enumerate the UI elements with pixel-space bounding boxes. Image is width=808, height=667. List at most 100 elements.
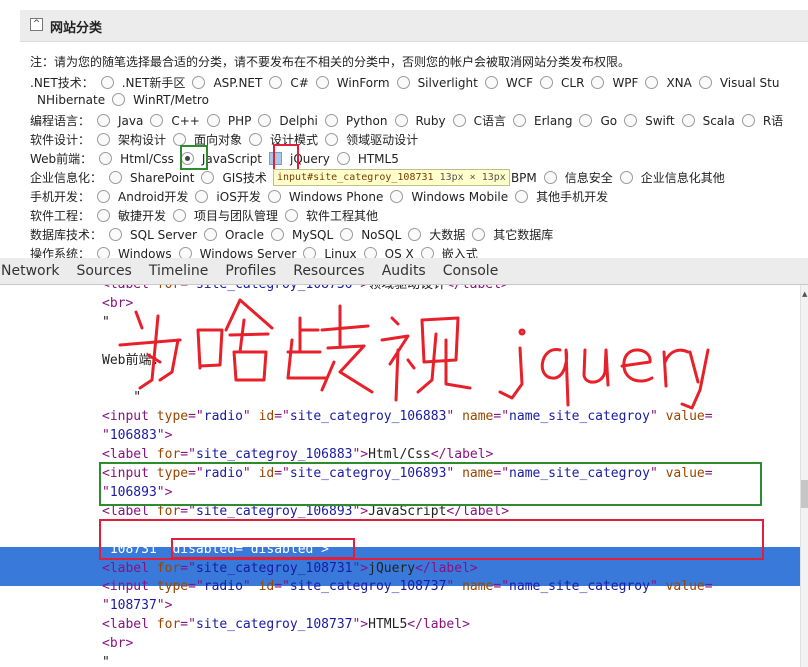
category-option[interactable]: WCF: [484, 76, 533, 90]
category-option[interactable]: WinForm: [315, 76, 390, 90]
radio-button[interactable]: [324, 114, 338, 127]
radio-button[interactable]: [698, 76, 712, 89]
category-option[interactable]: Html/Css: [99, 152, 174, 166]
radio-button[interactable]: [452, 114, 466, 127]
dom-node-line[interactable]: "108737">: [102, 597, 172, 615]
category-option[interactable]: ASP.NET: [192, 76, 262, 90]
devtools-tab-console[interactable]: Console: [443, 258, 499, 284]
radio-button[interactable]: [336, 152, 350, 165]
scroll-thumb[interactable]: [801, 480, 808, 508]
radio-button[interactable]: [390, 190, 404, 203]
category-option[interactable]: Windows Server: [178, 247, 296, 258]
category-option[interactable]: C++: [150, 114, 200, 128]
category-option[interactable]: WPF: [591, 76, 638, 90]
category-option[interactable]: Erlang: [513, 114, 572, 128]
category-option[interactable]: Windows Mobile: [390, 190, 508, 204]
category-option[interactable]: PHP: [206, 114, 251, 128]
radio-button[interactable]: [303, 247, 317, 258]
category-option[interactable]: 其他手机开发: [515, 188, 608, 205]
category-option[interactable]: CLR: [540, 76, 584, 90]
radio-button[interactable]: [285, 209, 299, 222]
category-option[interactable]: 敏捷开发: [97, 207, 166, 224]
category-option[interactable]: MySQL: [270, 228, 333, 242]
category-option[interactable]: OS X: [363, 247, 414, 258]
devtools-tab-profiles[interactable]: Profiles: [225, 258, 276, 284]
radio-button[interactable]: [340, 228, 354, 241]
radio-button[interactable]: [543, 171, 557, 184]
category-option[interactable]: Silverlight: [396, 76, 478, 90]
category-option[interactable]: SharePoint: [109, 171, 194, 185]
radio-button[interactable]: [109, 228, 123, 241]
dom-node-line[interactable]: <br>: [102, 295, 133, 313]
radio-button[interactable]: [315, 76, 329, 89]
radio-button[interactable]: [97, 114, 111, 127]
radio-button[interactable]: [97, 209, 111, 222]
scroll-up-icon[interactable]: ▲: [802, 290, 807, 298]
category-option[interactable]: Python: [324, 114, 388, 128]
radio-button[interactable]: [681, 114, 695, 127]
category-option[interactable]: Java: [97, 114, 143, 128]
dom-node-line[interactable]: <label for="site_categroy_108731">jQuery…: [102, 560, 478, 578]
category-option[interactable]: Oracle: [203, 228, 264, 242]
dom-node-line[interactable]: "106883">: [102, 427, 172, 445]
radio-button[interactable]: [100, 76, 114, 89]
category-option[interactable]: 信息安全: [543, 169, 613, 186]
radio-button[interactable]: [97, 247, 111, 258]
radio-button[interactable]: [112, 93, 126, 106]
radio-button[interactable]: [267, 190, 281, 203]
radio-button[interactable]: [515, 190, 529, 203]
category-option[interactable]: .NET新手区: [100, 74, 185, 91]
radio-button[interactable]: [173, 209, 187, 222]
category-option[interactable]: 嵌入式: [420, 245, 478, 258]
category-option[interactable]: iOS开发: [195, 188, 261, 205]
radio-button[interactable]: [270, 228, 284, 241]
radio-button[interactable]: [741, 114, 755, 127]
category-option[interactable]: Visual Stu: [698, 76, 779, 90]
category-option[interactable]: SQL Server: [109, 228, 197, 242]
radio-button[interactable]: [249, 133, 263, 146]
radio-button[interactable]: [420, 247, 434, 258]
radio-button[interactable]: [203, 228, 217, 241]
category-option[interactable]: C#: [269, 76, 309, 90]
radio-button[interactable]: [645, 76, 659, 89]
radio-button[interactable]: [472, 228, 486, 241]
category-option[interactable]: 项目与团队管理: [173, 207, 278, 224]
dom-node-line[interactable]: ": [102, 314, 110, 332]
category-option[interactable]: Swift: [624, 114, 675, 128]
radio-button[interactable]: [206, 114, 220, 127]
radio-button[interactable]: [178, 247, 192, 258]
radio-button[interactable]: [97, 190, 111, 203]
category-option[interactable]: R语: [741, 112, 783, 129]
category-option[interactable]: WinRT/Metro: [112, 93, 209, 107]
category-option[interactable]: Scala: [681, 114, 735, 128]
radio-button[interactable]: [624, 114, 638, 127]
radio-button[interactable]: [484, 76, 498, 89]
radio-button[interactable]: [192, 76, 206, 89]
category-option[interactable]: 软件工程其他: [285, 207, 378, 224]
category-option[interactable]: 企业信息化其他: [619, 169, 725, 186]
radio-button[interactable]: [408, 228, 422, 241]
radio-button[interactable]: [201, 171, 215, 184]
category-option[interactable]: Delphi: [258, 114, 318, 128]
dom-node-line[interactable]: <input type="radio" id="site_categroy_10…: [102, 408, 713, 426]
category-option[interactable]: HTML5: [336, 152, 399, 166]
radio-button[interactable]: [99, 152, 113, 165]
category-option[interactable]: NoSQL: [340, 228, 401, 242]
radio-button[interactable]: [269, 76, 283, 89]
dom-node-line[interactable]: ": [102, 654, 110, 667]
category-option[interactable]: 其它数据库: [472, 226, 553, 243]
radio-button[interactable]: [325, 133, 339, 146]
category-option[interactable]: Ruby: [394, 114, 446, 128]
radio-button[interactable]: [97, 133, 111, 146]
dom-node-line[interactable]: <br>: [102, 635, 133, 653]
category-option[interactable]: GIS技术: [201, 169, 267, 186]
radio-button[interactable]: [579, 114, 593, 127]
radio-button[interactable]: [109, 171, 123, 184]
category-option[interactable]: 领域驱动设计: [325, 131, 418, 148]
dom-node-line[interactable]: ": [102, 389, 141, 407]
dom-node-line[interactable]: <label for="site_categroy_108736">领域驱动设计…: [102, 285, 509, 294]
devtools-tab-network[interactable]: Network: [1, 258, 59, 284]
category-option[interactable]: XNA: [645, 76, 692, 90]
category-option[interactable]: C语言: [452, 112, 506, 129]
dom-tree-scrollbar[interactable]: ▲: [800, 285, 808, 667]
